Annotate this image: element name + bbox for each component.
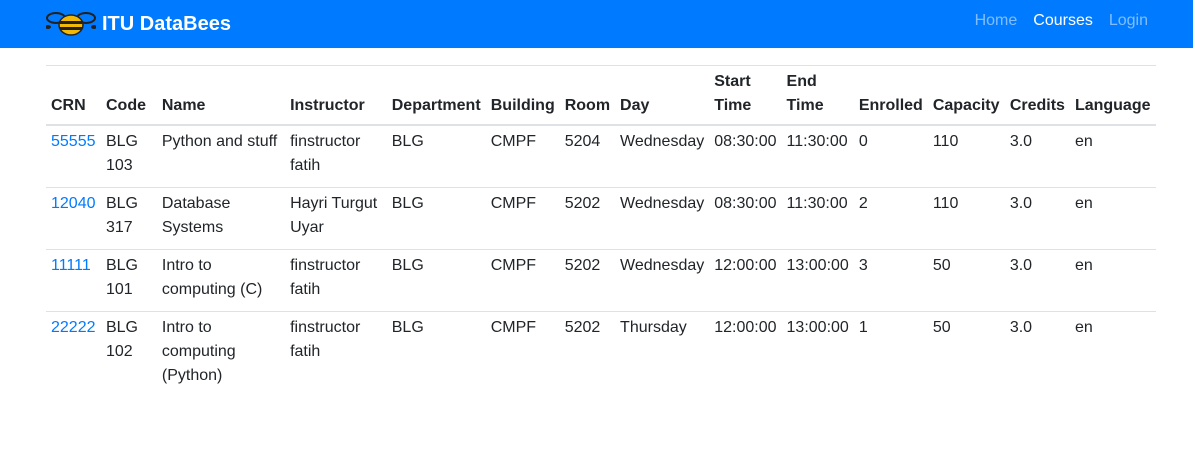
courses-table-container: CRN Code Name Instructor Department Buil… [46,65,1156,397]
crn-link[interactable]: 55555 [51,133,96,150]
crn-link[interactable]: 11111 [51,257,91,274]
cell-language: en [1069,249,1156,312]
cell-crn: 11111 [46,249,101,312]
cell-code: BLG 317 [100,187,157,250]
col-header-language: Language [1069,65,1156,126]
table-row: 55555 BLG 103 Python and stuff finstruct… [46,125,1156,188]
cell-credits: 3.0 [1004,311,1070,397]
cell-code: BLG 102 [100,311,157,397]
col-header-credits: Credits [1004,65,1070,126]
nav-home[interactable]: Home [975,12,1018,30]
cell-room: 5204 [564,133,601,150]
cell-day: Wednesday [615,249,710,312]
cell-enrolled: 2 [853,187,928,250]
cell-building: CMPF [485,187,560,250]
cell-credits: 3.0 [1004,187,1070,250]
table-row: 11111 BLG 101 Intro to computing (C) fin… [46,249,1156,312]
cell-building: CMPF [485,311,560,397]
col-header-enrolled: Enrolled [853,65,928,126]
crn-link[interactable]: 22222 [51,319,96,336]
cell-end-time: 11:30:00 [781,187,854,250]
col-header-day: Day [615,65,710,126]
cell-instructor: finstructor fatih [285,249,387,312]
cell-department: BLG [386,249,486,312]
cell-name: Intro to computing (Python) [156,311,286,397]
cell-day: Wednesday [620,133,705,150]
cell-instructor: finstructor fatih [285,311,387,397]
cell-crn: 55555 [46,125,101,188]
col-header-room: Room [559,65,616,126]
cell-code: BLG 103 [105,133,138,174]
brand-title: ITU DataBees [102,12,231,35]
col-header-capacity: Capacity [927,65,1005,126]
col-header-instructor: Instructor [285,65,387,126]
cell-end-time: 13:00:00 [781,249,854,312]
crn-link[interactable]: 12040 [51,195,96,212]
col-header-start-time: Start Time [709,65,782,126]
cell-department: BLG [386,311,486,397]
cell-room: 5202 [559,249,616,312]
cell-name: Intro to computing (C) [156,249,286,312]
cell-end-time: 13:00:00 [781,311,854,397]
cell-crn: 22222 [46,311,101,397]
cell-instructor: Hayri Turgut Uyar [285,187,387,250]
table-row: 22222 BLG 102 Intro to computing (Python… [46,311,1156,397]
cell-start-time: 08:30:00 [709,187,782,250]
table-row: 12040 BLG 317 Database Systems Hayri Tur… [46,187,1156,250]
cell-language: en [1069,187,1156,250]
cell-language: en [1069,311,1156,397]
col-header-code: Code [100,65,157,126]
nav-login[interactable]: Login [1109,12,1148,30]
cell-building: CMPF [490,133,537,150]
cell-enrolled: 0 [858,133,868,150]
bee-icon [46,12,96,36]
table-header-row: CRN Code Name Instructor Department Buil… [46,65,1156,126]
cell-instructor: finstructor fatih [290,133,361,174]
nav-links: Home Courses Login [959,0,1148,42]
cell-department: BLG [391,133,424,150]
col-header-building: Building [485,65,560,126]
cell-end-time: 11:30:00 [786,133,848,150]
cell-start-time: 08:30:00 [714,133,777,150]
cell-enrolled: 3 [853,249,928,312]
col-header-department: Department [386,65,486,126]
col-header-name: Name [156,65,286,126]
cell-name: Database Systems [156,187,286,250]
cell-department: BLG [386,187,486,250]
cell-capacity: 110 [927,187,1005,250]
cell-code: BLG 101 [100,249,157,312]
cell-name: Python and stuff [161,133,278,150]
cell-day: Wednesday [615,187,710,250]
cell-room: 5202 [559,187,616,250]
cell-room: 5202 [559,311,616,397]
navbar: ITU DataBees Home Courses Login [0,0,1193,48]
cell-start-time: 12:00:00 [709,249,782,312]
nav-courses[interactable]: Courses [1033,12,1093,30]
cell-credits: 3.0 [1009,133,1033,150]
cell-capacity: 110 [932,133,959,150]
brand-link[interactable]: ITU DataBees [46,0,231,48]
col-header-end-time: End Time [781,65,854,126]
cell-enrolled: 1 [853,311,928,397]
cell-day: Thursday [615,311,710,397]
cell-capacity: 50 [927,311,1005,397]
cell-capacity: 50 [927,249,1005,312]
cell-credits: 3.0 [1004,249,1070,312]
cell-building: CMPF [485,249,560,312]
col-header-crn: CRN [46,65,101,126]
cell-crn: 12040 [46,187,101,250]
cell-start-time: 12:00:00 [709,311,782,397]
courses-table: CRN Code Name Instructor Department Buil… [46,65,1156,397]
cell-language: en [1074,133,1093,150]
